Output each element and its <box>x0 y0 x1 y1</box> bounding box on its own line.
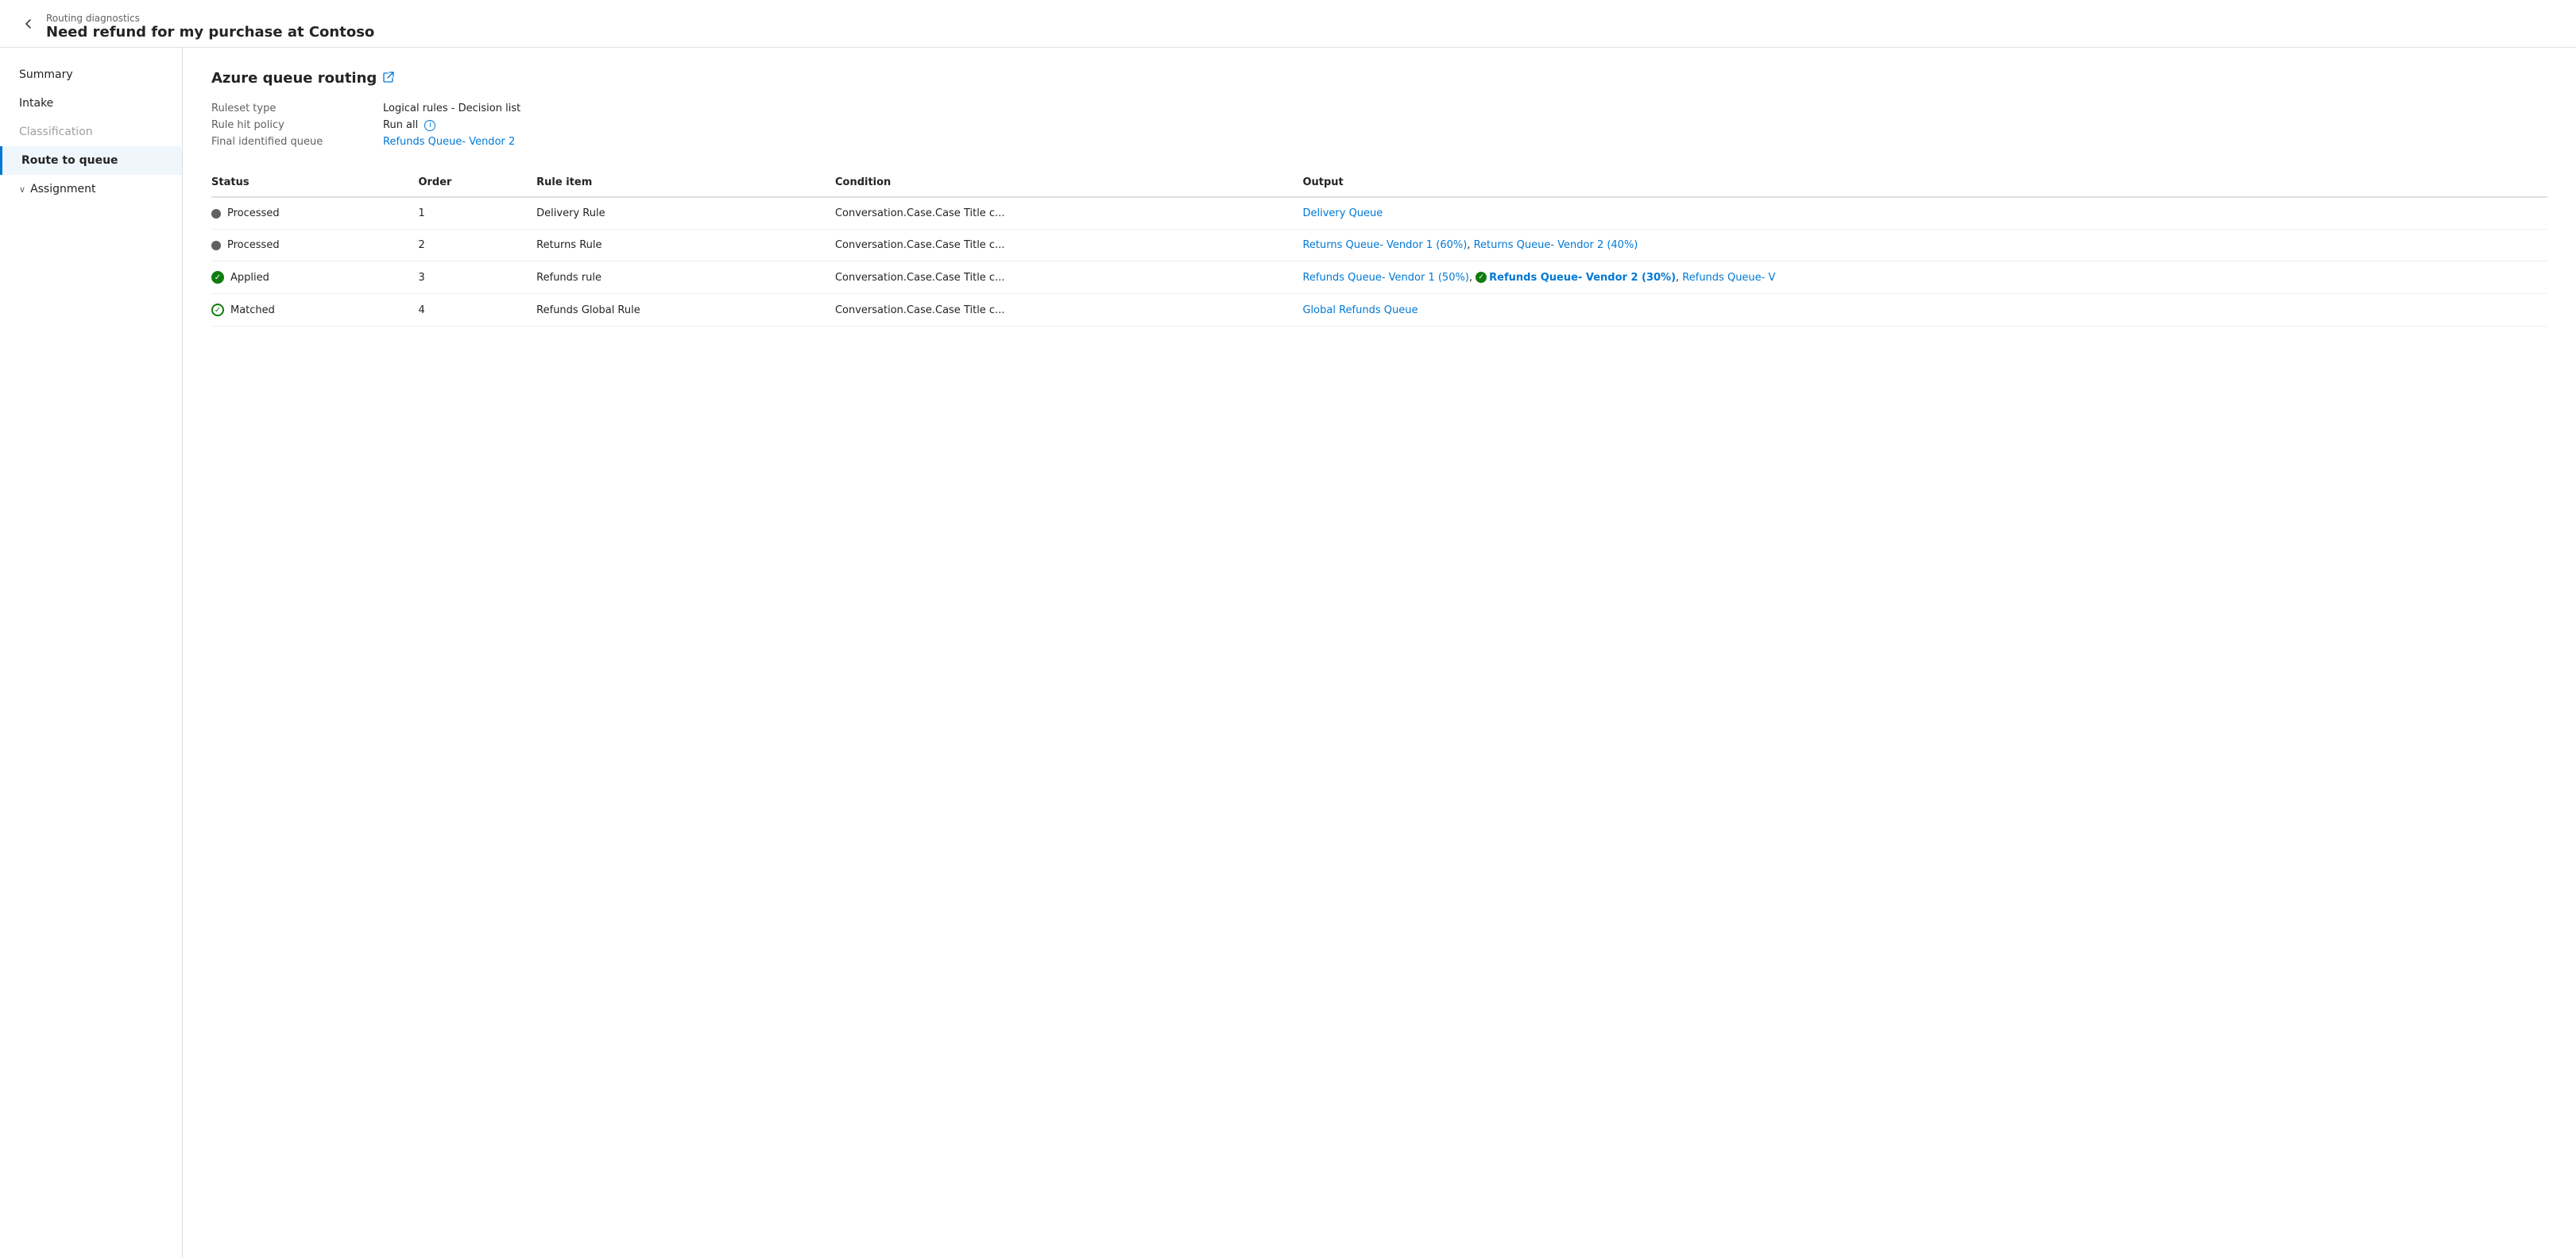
header: Routing diagnostics Need refund for my p… <box>0 0 2576 48</box>
final-queue-link[interactable]: Refunds Queue- Vendor 2 <box>383 136 2547 148</box>
status-text: Processed <box>227 239 280 251</box>
main-content: Azure queue routing Ruleset type Logical… <box>183 48 2576 1258</box>
page-title: Need refund for my purchase at Contoso <box>46 24 374 41</box>
info-icon[interactable]: i <box>424 120 435 131</box>
col-condition: Condition <box>835 170 1303 197</box>
breadcrumb: Routing diagnostics <box>46 13 374 24</box>
condition-cell: Conversation.Case.Case Title c... <box>835 230 1303 261</box>
status-dot-icon <box>211 209 221 219</box>
output-link[interactable]: Global Refunds Queue <box>1302 304 1418 316</box>
output-link-1[interactable]: Refunds Queue- Vendor 1 (50%) <box>1302 272 1468 284</box>
col-order: Order <box>418 170 536 197</box>
status-dot-icon <box>211 241 221 250</box>
sidebar-item-classification: Classification <box>0 118 182 146</box>
status-circle-filled-icon: ✓ <box>211 271 224 284</box>
sidebar-item-label: Summary <box>19 68 73 81</box>
section-title: Azure queue routing <box>211 70 2547 87</box>
rules-table: Status Order Rule item Condition Output <box>211 170 2547 327</box>
table-header-row: Status Order Rule item Condition Output <box>211 170 2547 197</box>
output-cell: Refunds Queue- Vendor 1 (50%), ✓ Refunds … <box>1302 261 2547 294</box>
ruleset-type-value: Logical rules - Decision list <box>383 103 2547 114</box>
status-cell: Processed <box>211 197 418 230</box>
status-cell: ✓ Applied <box>211 261 418 294</box>
sidebar-item-label: Classification <box>19 126 93 138</box>
sidebar-item-assignment[interactable]: ∨ Assignment <box>0 175 182 203</box>
status-text: Applied <box>230 272 269 284</box>
output-link-2[interactable]: Refunds Queue- Vendor 2 (30%) <box>1489 272 1676 284</box>
output-link[interactable]: Delivery Queue <box>1302 207 1383 219</box>
rule-item-cell: Refunds Global Rule <box>536 294 835 327</box>
rule-item-cell: Refunds rule <box>536 261 835 294</box>
sidebar-item-summary[interactable]: Summary <box>0 60 182 89</box>
rule-hit-policy-label: Rule hit policy <box>211 119 370 131</box>
output-cell: Delivery Queue <box>1302 197 2547 230</box>
table-row: Processed 1 Delivery Rule Conversation.C… <box>211 197 2547 230</box>
status-text: Matched <box>230 304 275 316</box>
table-row: ✓ Applied 3 Refunds rule Conversation.Ca… <box>211 261 2547 294</box>
checkmark-outline-icon: ✓ <box>215 306 221 315</box>
col-output: Output <box>1302 170 2547 197</box>
checkmark-icon: ✓ <box>215 273 221 282</box>
rule-item-cell: Delivery Rule <box>536 197 835 230</box>
output-cell: Global Refunds Queue <box>1302 294 2547 327</box>
table-row: ✓ Matched 4 Refunds Global Rule Conversa… <box>211 294 2547 327</box>
sidebar-item-label: Intake <box>19 97 53 110</box>
rule-hit-policy-value: Run all i <box>383 119 2547 131</box>
output-cell: Returns Queue- Vendor 1 (60%), Returns Q… <box>1302 230 2547 261</box>
external-link-icon[interactable] <box>383 72 394 86</box>
sidebar-item-label: Assignment <box>30 183 95 195</box>
order-cell: 2 <box>418 230 536 261</box>
sidebar-item-intake[interactable]: Intake <box>0 89 182 118</box>
condition-cell: Conversation.Case.Case Title c... <box>835 294 1303 327</box>
col-rule-item: Rule item <box>536 170 835 197</box>
separator: , <box>1467 239 1473 251</box>
content-area: Summary Intake Classification Route to q… <box>0 48 2576 1258</box>
output-link-1[interactable]: Returns Queue- Vendor 1 (60%) <box>1302 239 1467 251</box>
final-queue-label: Final identified queue <box>211 136 370 148</box>
condition-cell: Conversation.Case.Case Title c... <box>835 197 1303 230</box>
applied-check-icon: ✓ <box>1476 272 1487 283</box>
order-cell: 4 <box>418 294 536 327</box>
status-circle-outline-icon: ✓ <box>211 304 224 316</box>
rule-item-cell: Returns Rule <box>536 230 835 261</box>
chevron-down-icon: ∨ <box>19 184 25 195</box>
meta-grid: Ruleset type Logical rules - Decision li… <box>211 103 2547 148</box>
status-text: Processed <box>227 207 280 219</box>
status-cell: Processed <box>211 230 418 261</box>
sidebar-item-label: Route to queue <box>21 154 118 167</box>
output-link-2[interactable]: Returns Queue- Vendor 2 (40%) <box>1474 239 1638 251</box>
output-link-3[interactable]: Refunds Queue- V <box>1682 272 1775 284</box>
checkmark-icon: ✓ <box>1478 273 1484 281</box>
order-cell: 3 <box>418 261 536 294</box>
header-titles: Routing diagnostics Need refund for my p… <box>46 13 374 41</box>
page-wrapper: Routing diagnostics Need refund for my p… <box>0 0 2576 1258</box>
table-row: Processed 2 Returns Rule Conversation.Ca… <box>211 230 2547 261</box>
sidebar-item-route-to-queue[interactable]: Route to queue <box>0 146 182 175</box>
col-status: Status <box>211 170 418 197</box>
status-cell: ✓ Matched <box>211 294 418 327</box>
sidebar: Summary Intake Classification Route to q… <box>0 48 183 1258</box>
section-title-text: Azure queue routing <box>211 70 377 87</box>
separator: , <box>1469 272 1476 284</box>
rule-hit-policy-text: Run all <box>383 119 418 131</box>
condition-cell: Conversation.Case.Case Title c... <box>835 261 1303 294</box>
ruleset-type-label: Ruleset type <box>211 103 370 114</box>
back-button[interactable] <box>19 14 38 33</box>
order-cell: 1 <box>418 197 536 230</box>
